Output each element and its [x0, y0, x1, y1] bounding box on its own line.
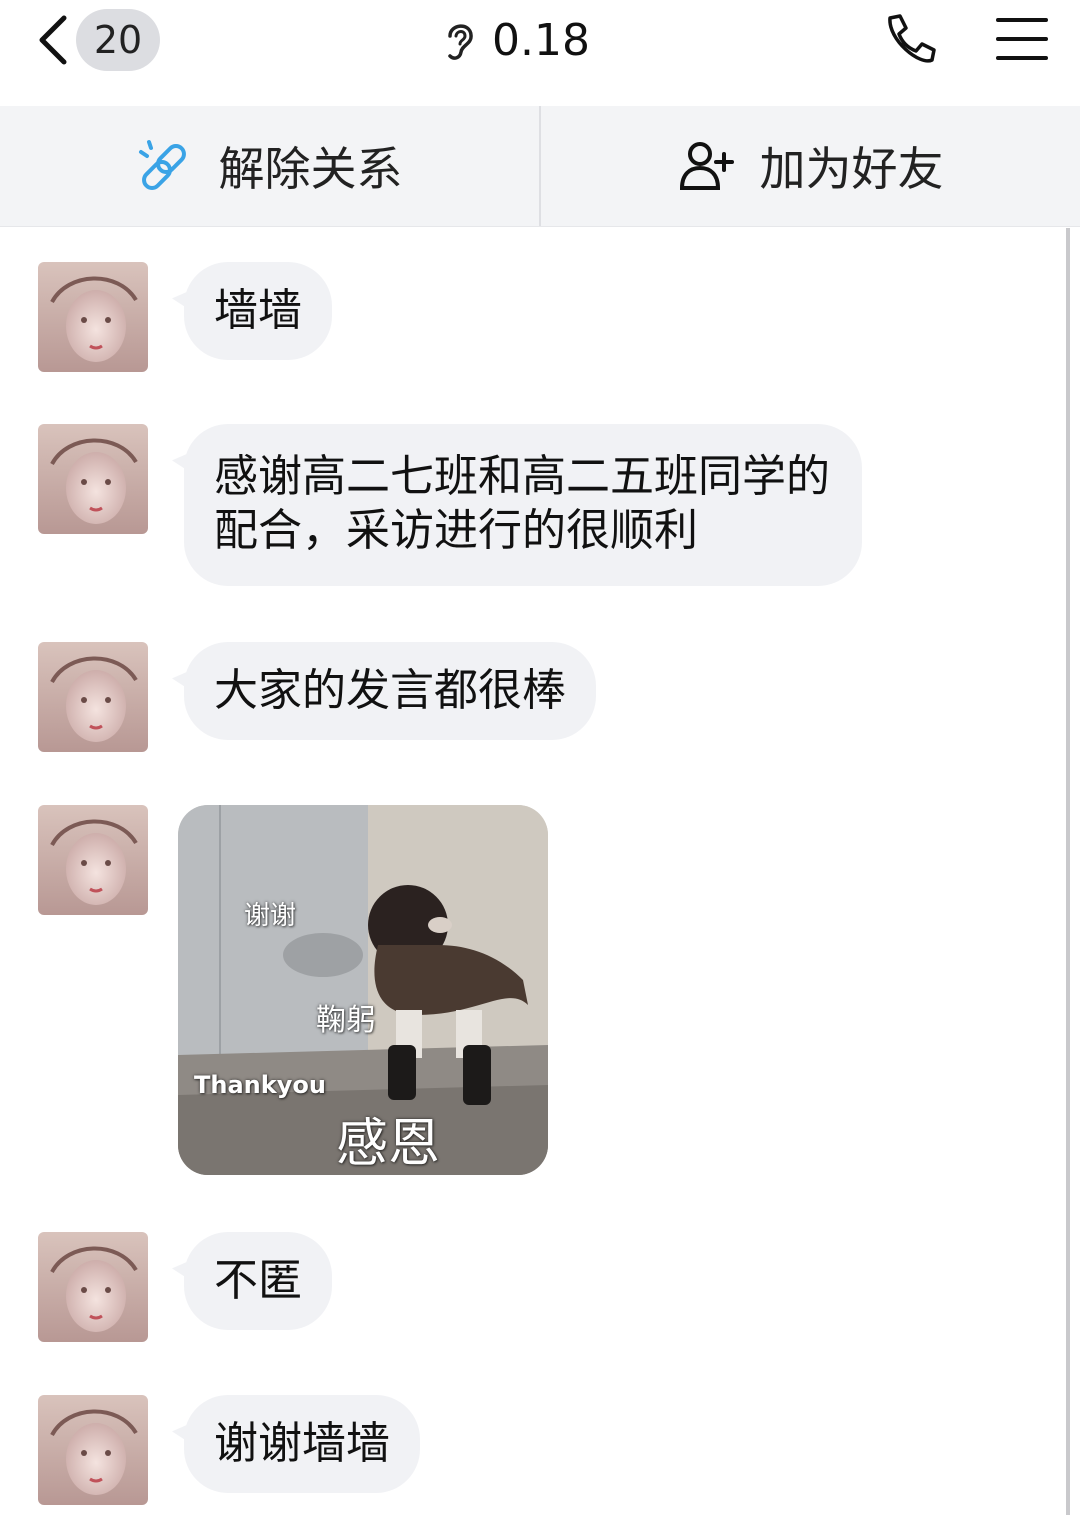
- add-friend-label: 加为好友: [759, 142, 944, 196]
- add-friend-button[interactable]: 加为好友: [539, 106, 1080, 226]
- message-line: 配合，采访进行的很顺利: [214, 505, 698, 556]
- message-bubble[interactable]: 不匿: [184, 1232, 332, 1330]
- add-user-icon: [679, 142, 734, 190]
- scrollbar[interactable]: [1066, 228, 1080, 1515]
- menu-icon[interactable]: [994, 14, 1050, 64]
- sticker-caption: 感恩: [336, 1114, 441, 1174]
- chat-title: 0.18: [440, 10, 590, 70]
- message-bubble[interactable]: 感谢高二七班和高二五班同学的 配合，采访进行的很顺利: [184, 424, 862, 586]
- top-bar: 20 0.18: [0, 0, 1080, 106]
- avatar[interactable]: [38, 1395, 148, 1505]
- avatar[interactable]: [38, 1232, 148, 1342]
- avatar[interactable]: [38, 262, 148, 372]
- unread-count-badge: 20: [76, 9, 160, 71]
- sticker-image[interactable]: 谢谢 鞠躬 Thankyou 感恩: [178, 805, 548, 1175]
- message-bubble[interactable]: 墙墙: [184, 262, 332, 360]
- message-bubble[interactable]: 大家的发言都很棒: [184, 642, 596, 740]
- message-bubble[interactable]: 谢谢墙墙: [184, 1395, 420, 1493]
- unbind-label: 解除关系: [218, 142, 403, 196]
- chat-list[interactable]: 墙墙 感谢高二七班和高二五班同学的 配合，采访进行的很顺利 大家的发言都很棒 谢…: [0, 228, 1066, 1515]
- action-bar: 解除关系 加为好友: [0, 106, 1080, 227]
- avatar[interactable]: [38, 642, 148, 752]
- back-chevron-icon: [39, 15, 67, 65]
- ear-icon: [448, 24, 473, 60]
- sticker-caption: 谢谢: [244, 901, 297, 931]
- sticker-caption: Thankyou: [194, 1071, 326, 1099]
- sticker-caption: 鞠躬: [316, 1003, 376, 1038]
- back-button[interactable]: 20: [36, 9, 176, 71]
- avatar[interactable]: [38, 805, 148, 915]
- broken-link-icon: [138, 140, 186, 190]
- avatar[interactable]: [38, 424, 148, 534]
- unbind-button[interactable]: 解除关系: [0, 106, 539, 226]
- message-line: 感谢高二七班和高二五班同学的: [214, 451, 830, 502]
- page-title: 0.18: [492, 14, 590, 66]
- phone-icon[interactable]: [880, 10, 940, 70]
